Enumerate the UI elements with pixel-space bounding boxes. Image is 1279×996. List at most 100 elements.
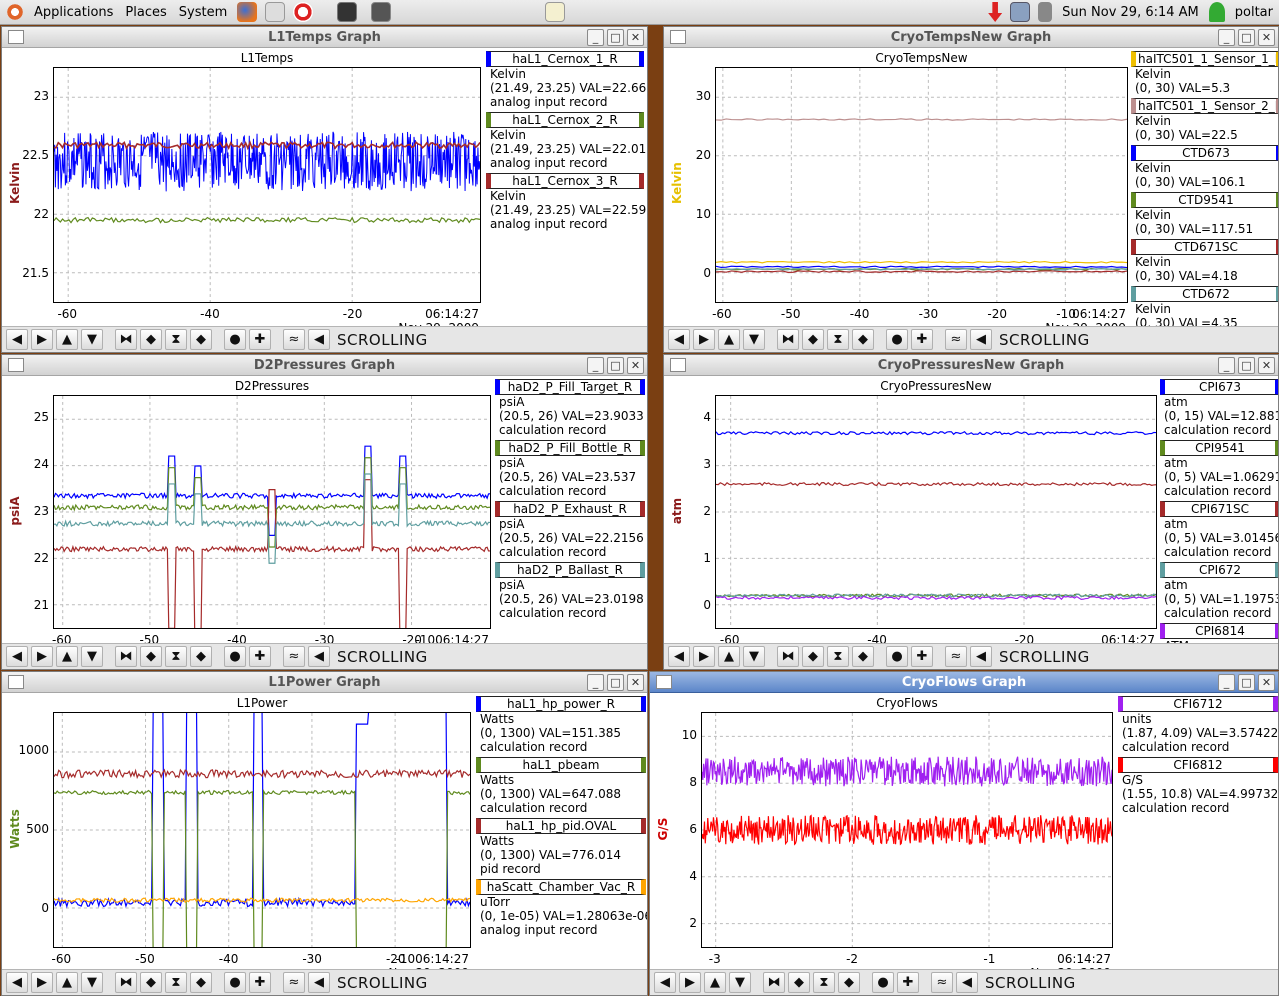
legend-series-name[interactable]: CFI6812 [1118, 757, 1278, 773]
legend-item[interactable]: haL1_hp_power_R Watts (0, 1300) VAL=151.38… [476, 696, 646, 754]
plot-area[interactable] [53, 67, 481, 303]
maximize-button[interactable]: □ [1238, 674, 1255, 691]
plot-area[interactable] [53, 712, 471, 948]
window-titlebar[interactable]: CryoFlows Graph _ □ ✕ [650, 672, 1278, 693]
legend-series-name[interactable]: haL1_Cernox_2_R [486, 112, 644, 128]
close-button[interactable]: ✕ [627, 29, 644, 46]
reset-button[interactable]: ● [224, 972, 246, 993]
ubuntu-logo-icon[interactable] [6, 3, 24, 21]
legend-item[interactable]: haScatt_Chamber_Vac_R uTorr (0, 1e-05) VAL… [476, 879, 647, 937]
update-arrow-icon[interactable] [988, 2, 1003, 22]
close-button[interactable]: ✕ [627, 357, 644, 374]
minimize-button[interactable]: _ [587, 357, 604, 374]
scroll-right-button[interactable]: ▶ [31, 646, 53, 667]
zoom-x-out-button[interactable]: ⧓ [115, 972, 137, 993]
scroll-left-button[interactable]: ◀ [668, 646, 690, 667]
minimize-button[interactable]: _ [1218, 357, 1235, 374]
scroll-down-button[interactable]: ▼ [729, 972, 751, 993]
legend-item[interactable]: CPI673 atm (0, 15) VAL=12.8814 calculation … [1160, 379, 1278, 437]
legend-series-name[interactable]: haD2_P_Exhaust_R [495, 501, 645, 517]
zoom-y-out-button[interactable]: ⧗ [827, 329, 849, 350]
legend-item[interactable]: haL1_Cernox_1_R Kelvin (21.49, 23.25) VAL=… [486, 51, 646, 109]
legend-item[interactable]: haD2_P_Ballast_R psiA (20.5, 26) VAL=23.01… [495, 562, 645, 620]
scroll-up-button[interactable]: ▲ [718, 329, 740, 350]
firefox-icon[interactable] [237, 2, 258, 22]
window-titlebar[interactable]: D2Pressures Graph _ □ ✕ [2, 355, 647, 376]
scroll-down-button[interactable]: ▼ [743, 329, 765, 350]
scroll-right-button[interactable]: ▶ [31, 329, 53, 350]
legend-series-name[interactable]: CPI9541 [1160, 440, 1278, 456]
scroll-mode-button[interactable]: ◀ [956, 972, 978, 993]
scroll-down-button[interactable]: ▼ [81, 972, 103, 993]
zoom-y-out-button[interactable]: ⧗ [827, 646, 849, 667]
legend-item[interactable]: CPI9541 atm (0, 5) VAL=1.06291 calculation … [1160, 440, 1278, 498]
scroll-down-button[interactable]: ▼ [743, 646, 765, 667]
legend-item[interactable]: CFI6812 G/S (1.55, 10.8) VAL=4.99732 calcul… [1118, 757, 1278, 815]
zoom-x-out-button[interactable]: ⧓ [763, 972, 785, 993]
scroll-right-button[interactable]: ▶ [693, 646, 715, 667]
window-titlebar[interactable]: L1Temps Graph _ □ ✕ [2, 27, 647, 48]
zoom-y-in-button[interactable]: ◆ [190, 972, 212, 993]
zoom-x-in-button[interactable]: ◆ [140, 646, 162, 667]
scroll-left-button[interactable]: ◀ [668, 329, 690, 350]
legend-series-name[interactable]: haD2_P_Fill_Bottle_R [495, 440, 645, 456]
legend-series-name[interactable]: haL1_hp_pid.OVAL [476, 818, 646, 834]
scroll-mode-button[interactable]: ◀ [308, 329, 330, 350]
legend-series-name[interactable]: haD2_P_Ballast_R [495, 562, 645, 578]
legend-series-name[interactable]: haL1_Cernox_3_R [486, 173, 644, 189]
zoom-x-in-button[interactable]: ◆ [140, 972, 162, 993]
places-menu[interactable]: Places [119, 0, 172, 25]
close-button[interactable]: ✕ [1258, 29, 1275, 46]
plot-area[interactable] [715, 395, 1157, 629]
plot-area[interactable] [701, 712, 1113, 948]
legend-series-name[interactable]: haITC501_1_Sensor_2_R [1131, 98, 1278, 114]
crosshair-button[interactable]: ✚ [249, 646, 271, 667]
zoom-y-in-button[interactable]: ◆ [852, 329, 874, 350]
legend-item[interactable]: CTD673 Kelvin (0, 30) VAL=106.1 [1131, 145, 1278, 189]
legend-item[interactable]: CFI6712 units (1.87, 4.09) VAL=3.57422 calc… [1118, 696, 1278, 754]
legend-item[interactable]: haD2_P_Exhaust_R psiA (20.5, 26) VAL=22.21… [495, 501, 645, 559]
legend-series-name[interactable]: CTD671SC [1131, 239, 1278, 255]
minimize-button[interactable]: _ [1218, 29, 1235, 46]
scroll-mode-button[interactable]: ◀ [970, 646, 992, 667]
applications-menu[interactable]: Applications [28, 0, 119, 25]
crosshair-button[interactable]: ✚ [249, 972, 271, 993]
close-button[interactable]: ✕ [1258, 674, 1275, 691]
legend-item[interactable]: haD2_P_Fill_Bottle_R psiA (20.5, 26) VAL=2… [495, 440, 645, 498]
autoscale-button[interactable]: ≈ [945, 329, 967, 350]
user-icon[interactable] [1208, 2, 1225, 22]
minimize-button[interactable]: _ [587, 29, 604, 46]
zoom-y-in-button[interactable]: ◆ [190, 329, 212, 350]
legend-item[interactable]: haITC501_1_Sensor_1_R Kelvin (0, 30) VAL=5… [1131, 51, 1278, 95]
scroll-left-button[interactable]: ◀ [654, 972, 676, 993]
reset-button[interactable]: ● [224, 329, 246, 350]
close-button[interactable]: ✕ [1258, 357, 1275, 374]
autoscale-button[interactable]: ≈ [931, 972, 953, 993]
scroll-down-button[interactable]: ▼ [81, 646, 103, 667]
help-icon[interactable] [293, 2, 314, 22]
plot-area[interactable] [53, 395, 491, 629]
legend-item[interactable]: CPI672 atm (0, 5) VAL=1.19753 calculation r… [1160, 562, 1278, 620]
legend-series-name[interactable]: haL1_Cernox_1_R [486, 51, 644, 67]
graph-window-w1[interactable]: L1Temps Graph _ □ ✕ L1Temps 23 22.5 22 21.5 -60 -4… [1, 26, 648, 353]
graph-window-w3[interactable]: D2Pressures Graph _ □ ✕ D2Pressures 25 24 23 22 2… [1, 354, 648, 670]
reset-button[interactable]: ● [872, 972, 894, 993]
zoom-x-out-button[interactable]: ⧓ [777, 646, 799, 667]
zoom-x-in-button[interactable]: ◆ [788, 972, 810, 993]
minimize-button[interactable]: _ [1218, 674, 1235, 691]
legend-series-name[interactable]: CTD672 [1131, 286, 1278, 302]
scroll-right-button[interactable]: ▶ [693, 329, 715, 350]
legend-item[interactable]: CPI671SC atm (0, 5) VAL=3.01456 calculation… [1160, 501, 1278, 559]
legend-item[interactable]: haL1_Cernox_2_R Kelvin (21.49, 23.25) VAL=… [486, 112, 646, 170]
window-titlebar[interactable]: L1Power Graph _ □ ✕ [2, 672, 647, 693]
window-titlebar[interactable]: CryoTempsNew Graph _ □ ✕ [664, 27, 1278, 48]
legend-item[interactable]: haITC501_1_Sensor_2_R Kelvin (0, 30) VAL=2… [1131, 98, 1278, 142]
zoom-x-out-button[interactable]: ⧓ [115, 646, 137, 667]
zoom-y-in-button[interactable]: ◆ [190, 646, 212, 667]
mail-icon[interactable] [265, 2, 286, 22]
maximize-button[interactable]: □ [1238, 29, 1255, 46]
zoom-y-out-button[interactable]: ⧗ [813, 972, 835, 993]
legend-item[interactable]: CTD671SC Kelvin (0, 30) VAL=4.18 [1131, 239, 1278, 283]
legend-item[interactable]: haL1_Cernox_3_R Kelvin (21.49, 23.25) VAL=… [486, 173, 646, 231]
system-menu[interactable]: System [173, 0, 233, 25]
